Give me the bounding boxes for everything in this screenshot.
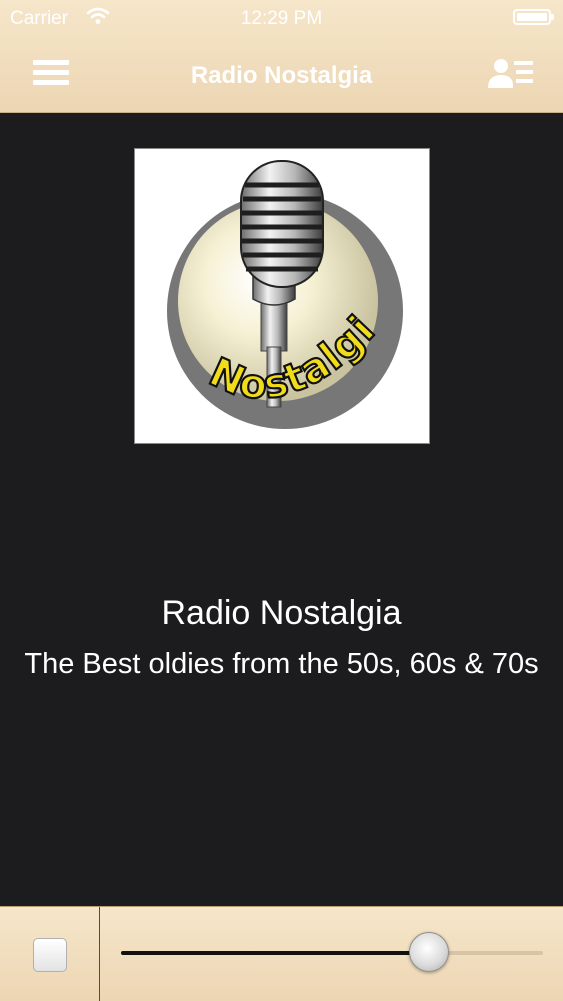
player-bar <box>0 906 563 1001</box>
microphone-logo-image: Nostalgia <box>120 112 403 429</box>
volume-fill <box>121 951 430 955</box>
navigation-bar: Carrier 12:29 PM Radio Nostalgia <box>0 0 563 113</box>
station-name: Radio Nostalgia <box>161 594 402 632</box>
battery-icon <box>513 9 554 25</box>
player-divider <box>99 907 100 1001</box>
status-time: 12:29 PM <box>240 8 323 29</box>
contact-list-icon[interactable] <box>488 58 534 90</box>
station-description: The Best oldies from the 50s, 60s & 70s <box>24 648 539 680</box>
volume-slider-knob[interactable] <box>409 932 450 972</box>
page-title: Radio Nostalgia <box>190 62 373 89</box>
stop-button[interactable] <box>33 938 67 972</box>
volume-slider[interactable] <box>121 932 543 972</box>
station-logo: Nostalgia <box>120 112 430 444</box>
status-bar: Carrier 12:29 PM <box>0 0 563 40</box>
